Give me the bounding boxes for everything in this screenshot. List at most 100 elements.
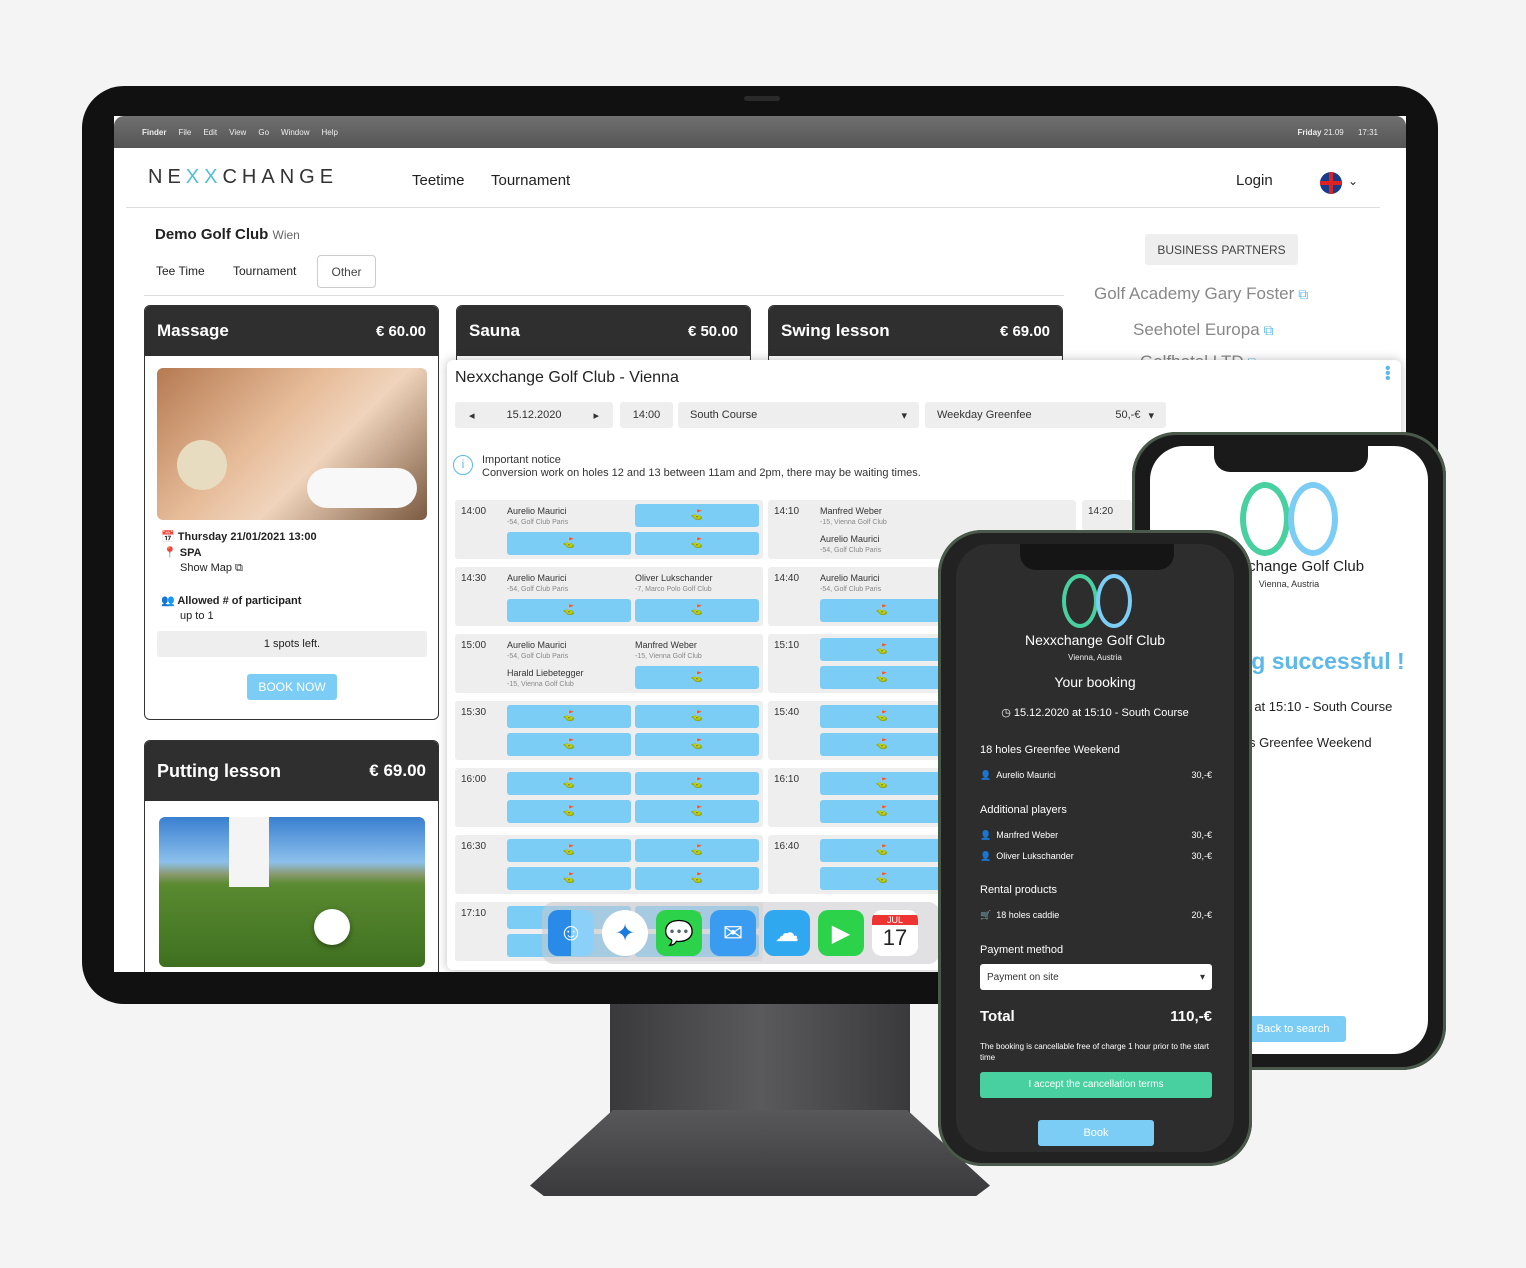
chevron-left-icon[interactable]: ◂	[469, 409, 475, 422]
book-slot-button[interactable]: ⛳	[635, 733, 759, 756]
mail-icon[interactable]: ✉	[710, 910, 756, 956]
caret-down-icon: ▾	[1199, 971, 1205, 983]
book-slot-button[interactable]: ⛳	[635, 800, 759, 823]
login-link[interactable]: Login	[1236, 172, 1273, 189]
nav-tournament[interactable]: Tournament	[491, 172, 570, 189]
slot-time: 14:40	[774, 573, 800, 584]
player-entry: Aurelio Maurici -54, Golf Club Paris	[820, 573, 882, 593]
chevron-right-icon[interactable]: ▸	[593, 409, 599, 422]
book-slot-button[interactable]: ⛳	[507, 733, 631, 756]
book-slot-button[interactable]: ⛳	[507, 800, 631, 823]
mac-menubar: Finder File Edit View Go Window Help Fri…	[114, 116, 1406, 148]
menu-help[interactable]: Help	[321, 128, 337, 137]
massage-card: Massage € 60.00 📅 Thursday 21/01/2021 13:…	[144, 305, 439, 720]
menu-go[interactable]: Go	[258, 128, 269, 137]
card-header: Putting lesson € 69.00	[145, 741, 438, 801]
player-entry: Manfred Weber -15, Vienna Golf Club	[820, 506, 887, 526]
tee-time-slot: 15:30 ⛳ ⛳ ⛳ ⛳	[455, 701, 763, 760]
menu-window[interactable]: Window	[281, 128, 309, 137]
menu-edit[interactable]: Edit	[203, 128, 217, 137]
greenfee-select[interactable]: Weekday Greenfee 50,-€ ▾	[925, 402, 1166, 428]
time-select[interactable]: 14:00	[620, 402, 673, 428]
book-slot-button[interactable]: ⛳	[507, 839, 631, 862]
widget-title: Nexxchange Golf Club - Vienna	[455, 369, 679, 386]
finder-icon[interactable]: ☺	[548, 910, 594, 956]
book-slot-button[interactable]: ⛳	[820, 733, 944, 756]
show-map-link[interactable]: Show Map ⧉	[180, 562, 243, 575]
facetime-icon[interactable]: ▶	[818, 910, 864, 956]
phone-booking-screen: Nexxchange Golf Club Vienna, Austria You…	[956, 544, 1234, 1152]
uk-flag-icon[interactable]	[1320, 172, 1342, 194]
tab-tee-time[interactable]: Tee Time	[156, 264, 205, 278]
slot-time: 15:40	[774, 707, 800, 718]
payment-select[interactable]: Payment on site ▾	[980, 964, 1212, 990]
external-link-icon: ⧉	[235, 562, 243, 574]
book-slot-button[interactable]: ⛳	[507, 599, 631, 622]
partner-link[interactable]: Golfhotel LTD⧉	[1140, 352, 1258, 360]
booking-datetime: ◷ 15.12.2020 at 15:10 - South Course	[1001, 707, 1189, 719]
book-slot-button[interactable]: ⛳	[820, 839, 944, 862]
accept-terms-button[interactable]: I accept the cancellation terms	[980, 1072, 1212, 1098]
book-slot-button[interactable]: ⛳	[635, 504, 759, 527]
book-slot-button[interactable]: ⛳	[635, 867, 759, 890]
total-row: Total 110,-€	[980, 1008, 1212, 1025]
player-entry: Aurelio Maurici -54, Golf Club Paris	[507, 640, 569, 660]
book-slot-button[interactable]: ⛳	[507, 867, 631, 890]
chevron-down-icon[interactable]: ⌄	[1348, 174, 1358, 188]
menu-app[interactable]: Finder	[142, 128, 166, 137]
info-icon: i	[453, 455, 473, 475]
club-title: Demo Golf Club Wien	[155, 226, 300, 243]
messages-icon[interactable]: 💬	[656, 910, 702, 956]
book-slot-button[interactable]: ⛳	[635, 599, 759, 622]
menu-file[interactable]: File	[178, 128, 191, 137]
weather-icon[interactable]: ☁	[764, 910, 810, 956]
book-button[interactable]: Book	[1038, 1120, 1154, 1146]
nav-teetime[interactable]: Teetime	[412, 172, 465, 189]
partner-link[interactable]: Seehotel Europa ⧉	[1133, 320, 1274, 340]
date-picker[interactable]: ◂ 15.12.2020 ▸	[455, 402, 613, 428]
book-slot-button[interactable]: ⛳	[820, 772, 944, 795]
participants-label: 👥 Allowed # of participant	[161, 595, 302, 607]
book-slot-button[interactable]: ⛳	[820, 800, 944, 823]
user-icon: 👤	[980, 851, 992, 861]
tab-tournament[interactable]: Tournament	[233, 264, 296, 278]
menubar-clock[interactable]: Friday 21.09 17:31	[1297, 128, 1390, 137]
book-slot-button[interactable]: ⛳	[635, 772, 759, 795]
book-slot-button[interactable]: ⛳	[820, 867, 944, 890]
menu-view[interactable]: View	[229, 128, 246, 137]
player-entry: Harald Liebetegger -15, Vienna Golf Club	[507, 668, 584, 688]
site-logo[interactable]: NEXXCHANGE	[148, 166, 338, 189]
additional-player-row: 👤 Oliver Lukschander 30,-€	[980, 851, 1212, 861]
club-logo-icon	[1232, 482, 1352, 562]
book-slot-button[interactable]: ⛳	[507, 532, 631, 555]
tab-divider	[144, 295, 1064, 296]
slot-time: 16:00	[461, 774, 487, 785]
swing-lesson-card: Swing lesson € 69.00	[768, 305, 1063, 365]
book-slot-button[interactable]: ⛳	[635, 666, 759, 689]
book-slot-button[interactable]: ⛳	[507, 705, 631, 728]
back-to-search-button[interactable]: Back to search	[1240, 1016, 1346, 1042]
calendar-icon[interactable]: JUL 17	[872, 910, 918, 956]
book-slot-button[interactable]: ⛳	[635, 839, 759, 862]
more-options-icon[interactable]: • • •	[1385, 361, 1393, 387]
tab-other[interactable]: Other	[317, 255, 376, 288]
slot-time: 16:30	[461, 841, 487, 852]
book-slot-button[interactable]: ⛳	[820, 599, 944, 622]
book-slot-button[interactable]: ⛳	[820, 666, 944, 689]
book-now-button[interactable]: BOOK NOW	[247, 674, 337, 700]
book-slot-button[interactable]: ⛳	[507, 772, 631, 795]
book-slot-button[interactable]: ⛳	[635, 532, 759, 555]
book-slot-button[interactable]: ⛳	[820, 638, 944, 661]
partner-link[interactable]: Golf Academy Gary Foster ⧉	[1094, 284, 1308, 304]
phone-booking: Nexxchange Golf Club Vienna, Austria You…	[938, 530, 1252, 1166]
additional-label: Additional players	[980, 804, 1067, 816]
safari-icon[interactable]: ✦	[602, 910, 648, 956]
business-partners-label: BUSINESS PARTNERS	[1145, 234, 1298, 265]
cancel-terms-text: The booking is cancellable free of charg…	[980, 1042, 1210, 1062]
cart-icon: 🛒	[980, 910, 992, 920]
player-entry: Aurelio Maurici -54, Golf Club Paris	[820, 534, 882, 554]
book-slot-button[interactable]: ⛳	[635, 705, 759, 728]
course-select[interactable]: South Course ▾	[678, 402, 919, 428]
book-slot-button[interactable]: ⛳	[820, 705, 944, 728]
slot-time: 16:10	[774, 774, 800, 785]
